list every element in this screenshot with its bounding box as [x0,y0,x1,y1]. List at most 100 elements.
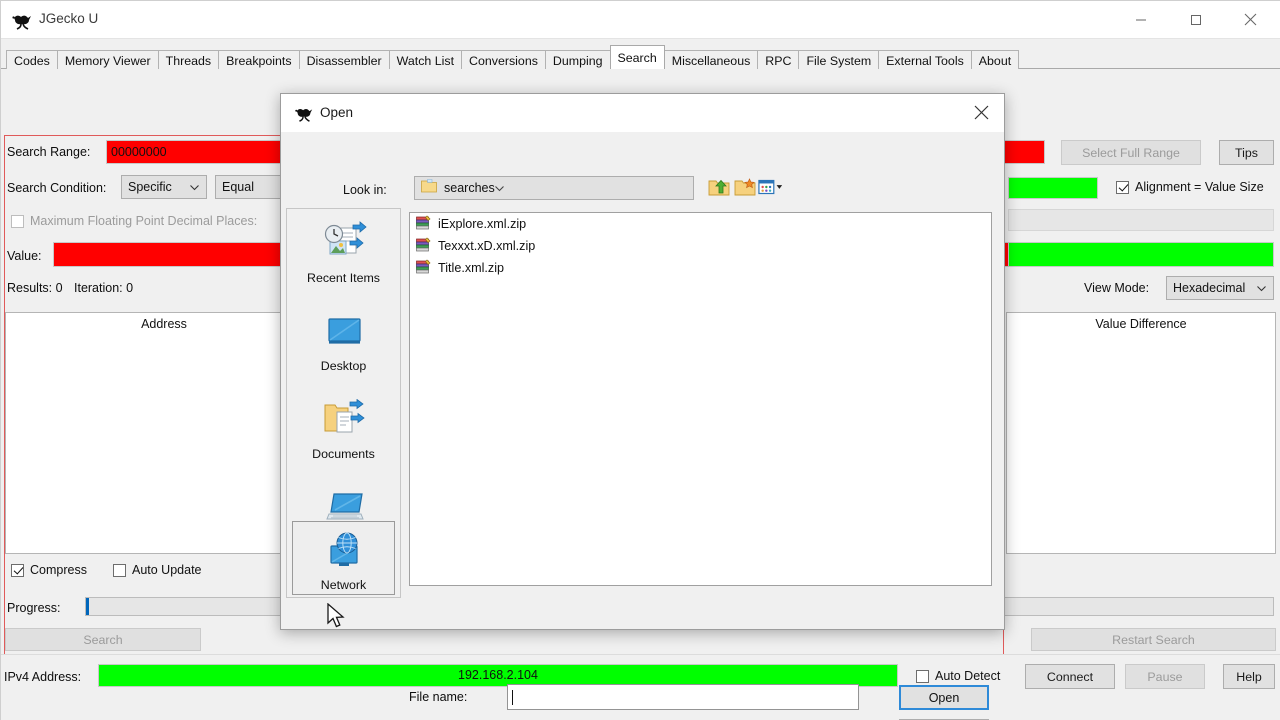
tab-disassembler[interactable]: Disassembler [298,50,390,69]
pause-button[interactable]: Pause [1125,664,1205,689]
place-label: Recent Items [307,271,380,285]
file-name-label: File name: [409,690,468,704]
zip-archive-icon [415,259,431,278]
tab-dumping[interactable]: Dumping [544,50,611,69]
place-label: Documents [312,447,375,461]
tab-conversions[interactable]: Conversions [461,50,546,69]
tab-codes[interactable]: Codes [6,50,58,69]
dialog-title-bar: Open [281,94,1004,132]
value-green-field [1008,242,1274,267]
up-one-level-icon[interactable] [706,174,732,200]
place-desktop[interactable]: Desktop [292,301,395,375]
dialog-body: Look in: searches Recent Items Desktop D… [281,132,1004,720]
tips-button[interactable]: Tips [1219,140,1274,165]
tab-about[interactable]: About [970,50,1020,69]
window-title: JGecko U [39,11,99,26]
network-icon [322,532,366,575]
search-range-label: Search Range: [7,145,91,159]
maximize-button[interactable] [1173,1,1219,38]
alignment-label: Alignment = Value Size [1135,180,1264,194]
value-label: Value: [7,249,42,263]
gecko-icon [294,103,314,123]
auto-update-label: Auto Update [132,563,202,577]
tab-threads[interactable]: Threads [157,50,220,69]
view-mode-label: View Mode: [1084,281,1150,295]
search-condition-value: Specific [128,180,172,194]
auto-update-checkbox[interactable]: Auto Update [113,563,202,577]
ipv4-address-label: IPv4 Address: [4,670,82,684]
title-bar: JGecko U [1,1,1280,39]
search-button[interactable]: Search [5,628,201,651]
restart-search-button[interactable]: Restart Search [1031,628,1276,651]
auto-detect-label: Auto Detect [935,669,1001,683]
place-label: Desktop [320,359,367,373]
file-name-text: iExplore.xml.zip [438,217,527,231]
search-status-green-field [1008,177,1098,199]
alignment-checkbox-box [1116,180,1129,194]
iteration-count-label: Iteration: 0 [74,281,134,295]
application-window: JGecko U Codes Memory Viewer Threads Breakp… [0,0,1280,720]
dialog-open-button[interactable]: Open [899,685,989,710]
max-float-label: Maximum Floating Point Decimal Places: [30,214,258,228]
documents-icon [320,398,368,444]
main-tab-bar: Codes Memory Viewer Threads Breakpoints Disa… [1,39,1280,69]
help-button[interactable]: Help [1223,664,1275,689]
place-label: Network [320,578,367,592]
auto-update-checkbox-box [113,563,126,577]
tab-memory-viewer[interactable]: Memory Viewer [56,50,159,69]
comparison-operator-value: Equal [222,180,254,194]
tab-file-system[interactable]: File System [798,50,880,69]
tab-rpc[interactable]: RPC [757,50,800,69]
desktop-icon [322,315,366,356]
file-list-item[interactable]: iExplore.xml.zip [410,213,991,235]
progress-label: Progress: [7,601,61,615]
text-caret [512,689,513,705]
place-documents[interactable]: Documents [292,389,395,463]
new-folder-icon[interactable] [732,174,758,200]
recent-items-icon [320,221,368,268]
file-name-input[interactable] [507,684,859,710]
file-list-item[interactable]: Texxxt.xD.xml.zip [410,235,991,257]
gecko-icon [11,9,33,31]
place-recent-items[interactable]: Recent Items [292,213,395,287]
results-list-right[interactable] [1006,335,1276,554]
file-list[interactable]: iExplore.xml.zip Texxxt.xD.xml.zip Title.x… [409,212,992,586]
alignment-value-size-checkbox[interactable]: Alignment = Value Size [1116,180,1264,194]
max-float-checkbox-box [11,214,24,228]
tab-watch-list[interactable]: Watch List [388,50,463,69]
minimize-button[interactable] [1118,1,1164,38]
dialog-close-button[interactable] [959,94,1004,131]
close-button[interactable] [1227,1,1273,38]
compress-label: Compress [30,563,87,577]
compress-checkbox-box [11,563,24,577]
auto-detect-checkbox[interactable]: Auto Detect [916,669,1000,683]
auto-detect-checkbox-box [916,669,929,683]
search-condition-select[interactable]: Specific [121,175,207,199]
places-sidebar: Recent Items Desktop Documents Network [286,208,401,598]
zip-archive-icon [415,215,431,234]
look-in-select[interactable]: searches [414,176,694,200]
view-menu-icon[interactable] [758,174,784,200]
select-full-range-button[interactable]: Select Full Range [1061,140,1201,165]
open-file-dialog: Open Look in: searches Recent Items Desk… [280,93,1005,720]
max-float-decimal-checkbox[interactable]: Maximum Floating Point Decimal Places: [11,214,257,228]
tab-search[interactable]: Search [609,45,665,69]
results-list-left[interactable] [5,335,323,554]
file-list-item[interactable]: Title.xml.zip [410,257,991,279]
results-count-label: Results: 0 [7,281,63,295]
look-in-label: Look in: [343,183,387,197]
folder-icon [421,178,437,198]
compress-checkbox[interactable]: Compress [11,563,87,577]
tab-strip: Codes Memory Viewer Threads Breakpoints Disa… [6,39,1020,69]
view-mode-select[interactable]: Hexadecimal [1166,276,1274,300]
file-name-text: Title.xml.zip [438,261,505,275]
tab-breakpoints[interactable]: Breakpoints [218,50,300,69]
place-network[interactable]: Network [292,521,395,595]
value-difference-column-header[interactable]: Value Difference [1006,312,1276,336]
secondary-empty-field [1008,209,1274,231]
tab-miscellaneous[interactable]: Miscellaneous [663,50,759,69]
address-column-header[interactable]: Address [5,312,323,336]
file-name-text: Texxxt.xD.xml.zip [438,239,536,253]
connect-button[interactable]: Connect [1025,664,1115,689]
tab-external-tools[interactable]: External Tools [878,50,972,69]
